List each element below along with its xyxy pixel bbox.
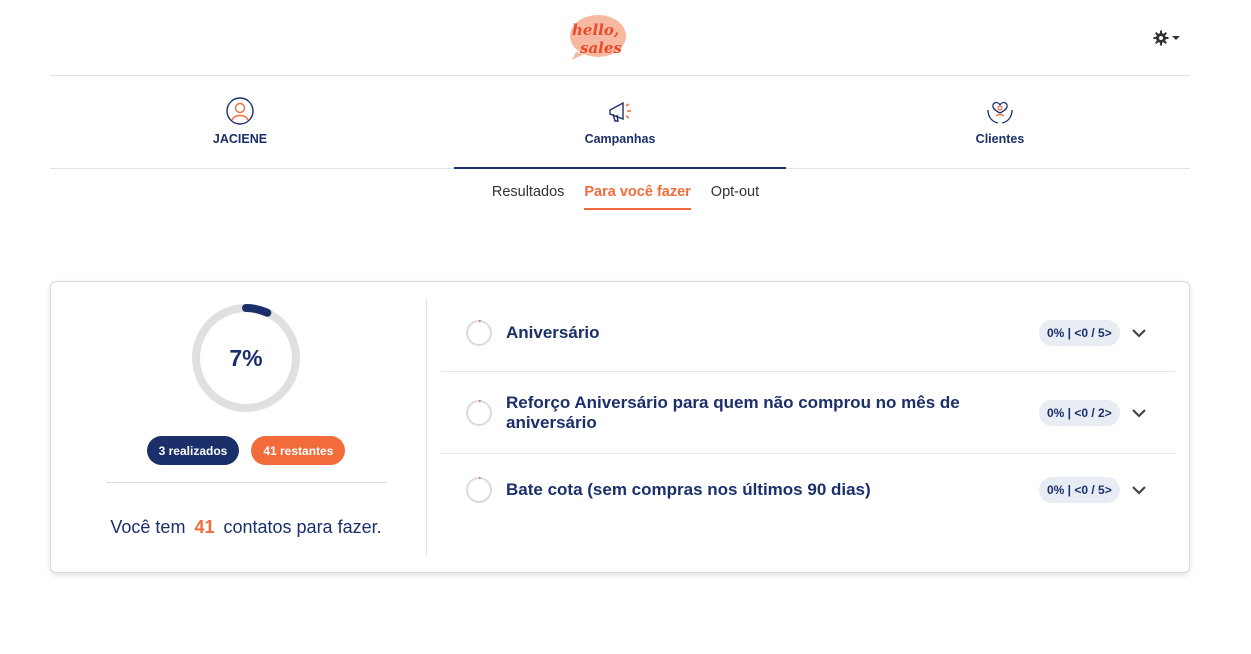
loading-spinner-icon: [465, 399, 493, 427]
heart-hands-icon: [987, 101, 1013, 124]
tab-resultados[interactable]: Resultados: [492, 184, 565, 210]
progress-percent: 7%: [229, 344, 263, 371]
settings-dropdown[interactable]: [1153, 27, 1187, 49]
tab-opt-out[interactable]: Opt-out: [711, 184, 759, 210]
tasks-card: 7% 3 realizados 41 restantes Você tem 41…: [50, 281, 1190, 573]
tab-para-voce-fazer[interactable]: Para você fazer: [584, 184, 691, 210]
chevron-down-icon[interactable]: [1131, 405, 1147, 421]
top-header: hello, sales: [50, 0, 1190, 76]
loading-spinner-icon: [465, 319, 493, 347]
progress-ring: 7%: [191, 303, 301, 413]
campaign-title: Aniversário: [506, 322, 600, 342]
summary-count: 41: [194, 517, 215, 537]
campaign-progress-badge: 0% | <0 / 5>: [1039, 319, 1120, 346]
loading-spinner-icon: [465, 476, 493, 504]
svg-text:hello,: hello,: [572, 21, 619, 39]
chevron-down-icon[interactable]: [1131, 325, 1147, 341]
campaign-title: Bate cota (sem compras nos últimos 90 di…: [506, 480, 871, 499]
progress-pills: 3 realizados 41 restantes: [51, 436, 441, 465]
main-nav: JACIENE Campanhas Clientes: [50, 76, 1190, 169]
nav-item-user[interactable]: JACIENE: [50, 76, 430, 168]
nav-item-campanhas[interactable]: Campanhas: [430, 76, 810, 169]
campaign-list: Aniversário 0% | <0 / 5> Reforço Anivers…: [441, 294, 1175, 526]
campaign-row[interactable]: Aniversário 0% | <0 / 5>: [441, 294, 1175, 372]
remaining-count-badge[interactable]: 41 restantes: [251, 436, 346, 465]
nav-item-label: Campanhas: [584, 132, 656, 146]
done-count-badge[interactable]: 3 realizados: [146, 436, 240, 465]
nav-item-label: Clientes: [975, 132, 1025, 146]
campaign-row[interactable]: Reforço Aniversário para quem não compro…: [441, 372, 1175, 454]
divider: [106, 482, 387, 483]
nav-item-clientes[interactable]: Clientes: [810, 76, 1190, 168]
campaign-row[interactable]: Bate cota (sem compras nos últimos 90 di…: [441, 454, 1175, 526]
summary-prefix: Você tem: [110, 517, 186, 537]
gear-icon: [1153, 30, 1169, 46]
svg-text:sales: sales: [580, 39, 622, 57]
campaign-title: Reforço Aniversário para quem não compro…: [506, 392, 960, 432]
vertical-divider: [426, 298, 427, 556]
contacts-summary: Você tem 41 contatos para fazer.: [51, 517, 441, 538]
chevron-down-icon[interactable]: [1131, 482, 1147, 498]
megaphone-icon: [609, 101, 631, 122]
nav-item-label: JACIENE: [212, 132, 268, 146]
caret-down-icon: [1172, 36, 1180, 40]
sub-tabs: Resultados Para você fazer Opt-out: [0, 184, 1251, 210]
user-icon: [226, 97, 254, 125]
campaign-progress-badge: 0% | <0 / 5>: [1039, 477, 1120, 503]
campaign-progress-badge: 0% | <0 / 2>: [1039, 399, 1120, 426]
progress-panel: 7% 3 realizados 41 restantes Você tem 41…: [51, 282, 426, 574]
hello-sales-logo[interactable]: hello, sales: [566, 12, 630, 62]
summary-suffix: contatos para fazer.: [223, 517, 382, 537]
